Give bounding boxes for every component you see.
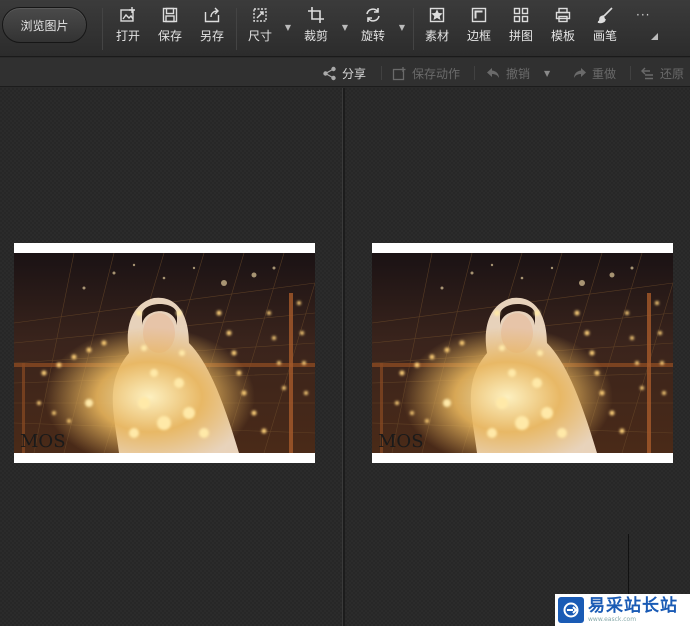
rotate-dropdown-arrow[interactable]: ▼ bbox=[397, 22, 407, 32]
toolbar-separator bbox=[413, 8, 414, 50]
rotate-icon bbox=[366, 8, 380, 22]
share-icon bbox=[323, 66, 336, 80]
watermark-text: 易采站长站 www.easck.com bbox=[588, 595, 678, 624]
share-button[interactable]: 分享 bbox=[322, 64, 366, 82]
open-image-icon bbox=[120, 7, 135, 22]
main-toolbar: 浏览图片 打开 保存 另存 尺寸 ▼ 裁剪 ▼ 旋转 ▼ 素材 边框 拼图 模板… bbox=[0, 0, 690, 57]
undo-dropdown-arrow[interactable]: ▼ bbox=[544, 64, 550, 82]
collage-label: 拼图 bbox=[508, 29, 533, 43]
open-button[interactable]: 打开 bbox=[108, 6, 148, 50]
watermark-logo-icon bbox=[558, 597, 584, 623]
border-label: 边框 bbox=[466, 29, 491, 43]
undo-label: 撤销 bbox=[506, 66, 531, 81]
save-icon bbox=[162, 7, 178, 23]
template-printer-icon bbox=[555, 7, 571, 23]
resize-dropdown-arrow[interactable]: ▼ bbox=[283, 22, 293, 32]
crop-button[interactable]: 裁剪 bbox=[296, 6, 336, 50]
redo-button[interactable]: 重做 bbox=[572, 64, 616, 82]
save-as-label: 另存 bbox=[199, 29, 224, 43]
watermark-url: www.easck.com bbox=[588, 615, 637, 623]
share-label: 分享 bbox=[342, 66, 367, 81]
preview-image-pane[interactable]: MOS bbox=[345, 88, 690, 626]
restore-button[interactable]: 还原 bbox=[640, 64, 684, 82]
collage-grid-icon bbox=[513, 7, 529, 23]
expand-corner-icon[interactable] bbox=[651, 33, 658, 40]
brush-label: 画笔 bbox=[592, 29, 617, 43]
crop-label: 裁剪 bbox=[303, 29, 328, 43]
rotate-button[interactable]: 旋转 bbox=[353, 6, 393, 50]
save-as-icon bbox=[204, 7, 220, 23]
action-separator bbox=[381, 66, 382, 80]
save-action-icon bbox=[392, 66, 406, 80]
crop-dropdown-arrow[interactable]: ▼ bbox=[340, 22, 350, 32]
photo-editor-window: 浏览图片 打开 保存 另存 尺寸 ▼ 裁剪 ▼ 旋转 ▼ 素材 边框 拼图 模板… bbox=[0, 0, 690, 626]
redo-arrow-icon bbox=[574, 67, 586, 78]
rotate-label: 旋转 bbox=[360, 29, 385, 43]
border-button[interactable]: 边框 bbox=[459, 6, 499, 50]
crop-icon bbox=[308, 7, 324, 23]
material-button[interactable]: 素材 bbox=[417, 6, 457, 50]
original-image-pane[interactable]: MOS bbox=[0, 88, 342, 626]
resize-guide-line bbox=[628, 534, 629, 596]
open-label: 打开 bbox=[115, 29, 140, 43]
preview-photo: MOS bbox=[372, 253, 673, 453]
material-label: 素材 bbox=[424, 29, 449, 43]
save-as-button[interactable]: 另存 bbox=[192, 6, 232, 50]
browse-images-button[interactable]: 浏览图片 bbox=[2, 7, 87, 43]
collage-button[interactable]: 拼图 bbox=[501, 6, 541, 50]
save-action-label: 保存动作 bbox=[412, 66, 461, 81]
watermark-name: 易采站长站 bbox=[588, 595, 678, 616]
template-label: 模板 bbox=[550, 29, 575, 43]
brush-button[interactable]: 画笔 bbox=[585, 6, 625, 50]
save-action-button[interactable]: 保存动作 bbox=[392, 64, 460, 82]
paint-brush-icon bbox=[597, 7, 613, 24]
action-bar: 分享 保存动作 撤销 ▼ 重做 还原 bbox=[0, 58, 690, 87]
toolbar-separator bbox=[102, 8, 103, 50]
resize-label: 尺寸 bbox=[247, 29, 272, 43]
photo-signature: MOS bbox=[378, 431, 424, 452]
resize-icon bbox=[253, 8, 267, 22]
original-photo-frame: MOS bbox=[14, 243, 315, 463]
restore-label: 还原 bbox=[660, 66, 685, 81]
save-label: 保存 bbox=[157, 29, 182, 43]
star-sticker-icon bbox=[429, 7, 445, 23]
save-button[interactable]: 保存 bbox=[150, 6, 190, 50]
preview-photo-frame: MOS bbox=[372, 243, 673, 463]
site-watermark: 易采站长站 www.easck.com bbox=[555, 594, 690, 626]
template-button[interactable]: 模板 bbox=[543, 6, 583, 50]
photo-signature: MOS bbox=[20, 431, 66, 452]
toolbar-separator bbox=[236, 8, 237, 50]
redo-label: 重做 bbox=[592, 66, 617, 81]
action-separator bbox=[630, 66, 631, 80]
action-separator bbox=[474, 66, 475, 80]
undo-button[interactable]: 撤销 bbox=[486, 64, 530, 82]
resize-button[interactable]: 尺寸 bbox=[240, 6, 280, 50]
undo-arrow-icon bbox=[487, 67, 499, 78]
border-frame-icon bbox=[471, 7, 487, 23]
restore-icon bbox=[641, 67, 653, 79]
more-tools-button[interactable]: ··· bbox=[636, 8, 650, 22]
original-photo: MOS bbox=[14, 253, 315, 453]
